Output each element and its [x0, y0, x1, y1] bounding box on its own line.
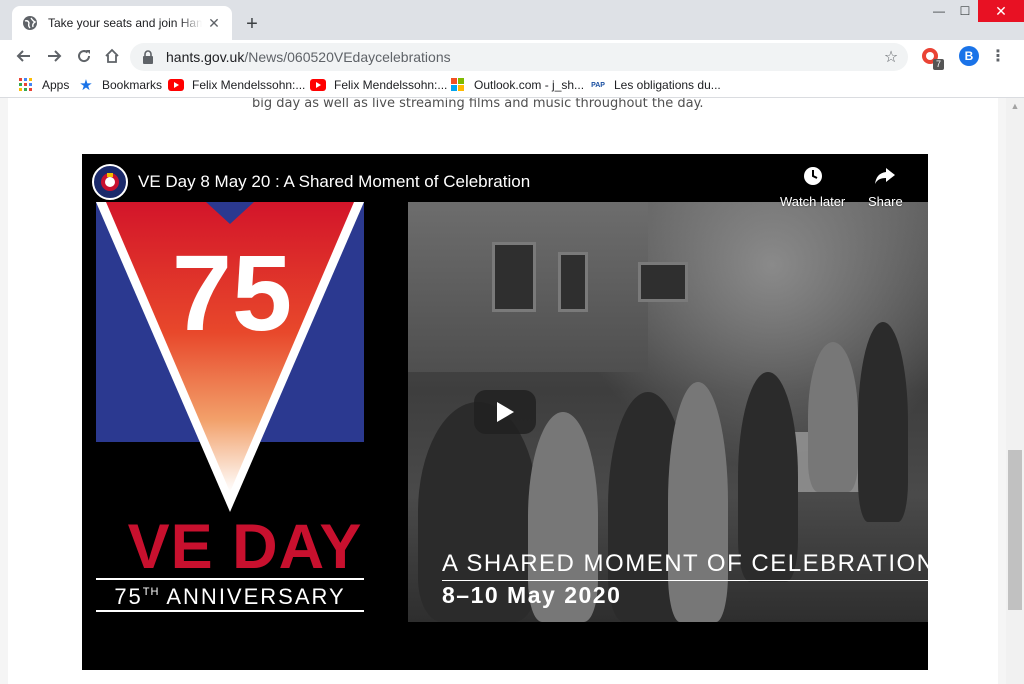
- crowd-figure: [808, 342, 858, 492]
- home-icon[interactable]: [100, 44, 124, 68]
- scrollbar-thumb[interactable]: [1008, 450, 1022, 610]
- globe-icon: [22, 15, 38, 31]
- tab-title: Take your seats and join Hampshire: [48, 16, 202, 30]
- microsoft-icon: [450, 77, 466, 93]
- house-window: [638, 262, 688, 302]
- anniv-sup: TH: [142, 586, 160, 598]
- forward-icon[interactable]: [42, 44, 66, 68]
- back-icon[interactable]: [12, 44, 36, 68]
- bookmark-label: Bookmarks: [102, 78, 163, 92]
- bookmark-felix-2[interactable]: Felix Mendelssohn:...: [310, 76, 447, 94]
- play-icon: [497, 402, 514, 422]
- logo-title: VE DAY: [127, 512, 363, 582]
- bookmarks-bar: Apps ★ Bookmarks Felix Mendelssohn:... F…: [0, 72, 1024, 98]
- extension-badge: 7: [932, 59, 944, 70]
- bookmark-label: Apps: [42, 78, 70, 92]
- lock-icon[interactable]: [142, 50, 156, 64]
- youtube-icon: [310, 77, 326, 93]
- url-path: /News/060520VEdaycelebrations: [244, 49, 451, 65]
- bookmark-apps[interactable]: Apps: [18, 76, 69, 94]
- new-tab-button[interactable]: +: [240, 12, 264, 36]
- extension-icon[interactable]: 7: [920, 46, 944, 70]
- bookmark-label: Felix Mendelssohn:...: [192, 78, 306, 92]
- page-scrollbar[interactable]: ▲: [1006, 98, 1024, 684]
- tab-close-icon[interactable]: ✕: [206, 15, 222, 31]
- bookmark-outlook[interactable]: Outlook.com - j_sh...: [450, 76, 584, 94]
- article-column: big day as well as live streaming films …: [8, 98, 998, 684]
- url-text: hants.gov.uk/News/060520VEdaycelebration…: [166, 49, 451, 65]
- title-bar: Take your seats and join Hampshire ✕ + —…: [0, 0, 1024, 40]
- url-domain: hants.gov.uk: [166, 49, 245, 65]
- page-viewport: big day as well as live streaming films …: [0, 98, 1006, 684]
- profile-avatar[interactable]: B: [959, 46, 979, 66]
- channel-logo[interactable]: [92, 164, 128, 200]
- reload-icon[interactable]: [72, 44, 96, 68]
- star-icon: ★: [79, 77, 93, 94]
- logo-number: 75: [172, 232, 292, 353]
- logo-anniversary: 75TH ANNIVERSARY: [96, 584, 364, 610]
- menu-dots-icon[interactable]: ⋮: [990, 46, 1006, 66]
- share-arrow-icon: [873, 164, 897, 188]
- bookmark-label: Les obligations du...: [614, 78, 721, 92]
- bookmark-star-icon[interactable]: ☆: [882, 48, 900, 66]
- crowd-figure: [668, 382, 728, 622]
- crowd-figure: [858, 322, 908, 522]
- pap-icon: PAP: [591, 81, 605, 89]
- share-label: Share: [868, 194, 903, 209]
- article-paragraph: big day as well as live streaming films …: [252, 98, 704, 111]
- bookmark-felix-1[interactable]: Felix Mendelssohn:...: [168, 76, 305, 94]
- anniv-number: 75: [114, 584, 143, 609]
- youtube-embed[interactable]: 75 VE DAY 75TH ANNIVERSARY VE Day 8 May …: [82, 154, 928, 670]
- browser-tab[interactable]: Take your seats and join Hampshire ✕: [12, 6, 232, 40]
- watch-later-label: Watch later: [780, 194, 846, 209]
- logo-rule-bottom: [96, 610, 364, 612]
- maximize-button[interactable]: ☐: [950, 0, 980, 22]
- house-window: [492, 242, 536, 312]
- bookmark-bookmarks[interactable]: ★ Bookmarks: [78, 76, 162, 94]
- bookmark-label: Outlook.com - j_sh...: [474, 78, 585, 92]
- play-button[interactable]: [474, 390, 536, 434]
- bookmark-obligations[interactable]: PAP Les obligations du...: [590, 76, 721, 94]
- overlay-title: A SHARED MOMENT OF CELEBRATION: [442, 550, 928, 577]
- share-button[interactable]: Share: [868, 164, 903, 209]
- house-window: [558, 252, 588, 312]
- browser-toolbar: hants.gov.uk/News/060520VEdaycelebration…: [0, 40, 1024, 72]
- bookmark-label: Felix Mendelssohn:...: [334, 78, 448, 92]
- address-bar[interactable]: hants.gov.uk/News/060520VEdaycelebration…: [130, 43, 908, 71]
- logo-rule-top: [96, 578, 364, 580]
- overlay-rule: [442, 580, 928, 581]
- anniv-word: ANNIVERSARY: [166, 584, 346, 609]
- scroll-up-arrow-icon[interactable]: ▲: [1006, 98, 1024, 114]
- apps-grid-icon: [18, 77, 34, 93]
- youtube-icon: [168, 77, 184, 93]
- clock-icon: [801, 164, 825, 188]
- close-window-button[interactable]: ✕: [978, 0, 1024, 22]
- video-title[interactable]: VE Day 8 May 20 : A Shared Moment of Cel…: [138, 172, 530, 192]
- overlay-dates: 8–10 May 2020: [442, 582, 622, 608]
- watch-later-button[interactable]: Watch later: [780, 164, 845, 209]
